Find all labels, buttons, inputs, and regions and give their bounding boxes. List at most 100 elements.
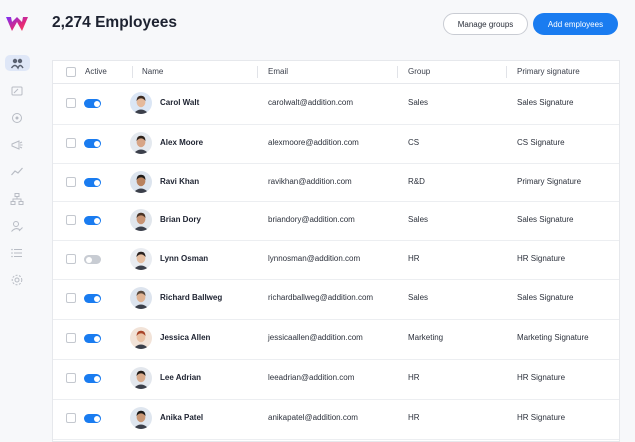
row-checkbox[interactable] <box>66 254 76 264</box>
active-toggle[interactable] <box>84 178 101 187</box>
toggle-knob <box>93 140 100 147</box>
employee-email: carolwalt@addition.com <box>268 98 354 107</box>
table-row[interactable]: Anika Patel anikapatel@addition.com HR HR S… <box>53 399 619 440</box>
table-header: Active Name Email Group Primary signatur… <box>53 61 619 84</box>
manage-groups-button[interactable]: Manage groups <box>443 13 528 35</box>
employee-name[interactable]: Lynn Osman <box>160 254 208 263</box>
app-logo <box>6 17 28 31</box>
toggle-knob <box>93 100 100 107</box>
table-row[interactable]: Richard Ballweg richardballweg@addition.c… <box>53 279 619 320</box>
row-checkbox[interactable] <box>66 413 76 423</box>
avatar <box>130 92 152 114</box>
employee-email: anikapatel@addition.com <box>268 413 358 422</box>
avatar <box>130 248 152 270</box>
employee-primary-signature: Sales Signature <box>517 293 574 302</box>
row-checkbox[interactable] <box>66 373 76 383</box>
active-toggle[interactable] <box>84 334 101 343</box>
column-header-name[interactable]: Name <box>142 67 163 76</box>
toggle-knob <box>93 415 100 422</box>
select-all-checkbox[interactable] <box>66 67 76 77</box>
settings-icon[interactable] <box>9 272 25 288</box>
table-row[interactable]: Jessica Allen jessicaallen@addition.com Ma… <box>53 319 619 360</box>
employee-name[interactable]: Brian Dory <box>160 215 201 224</box>
column-header-group[interactable]: Group <box>408 67 430 76</box>
row-checkbox[interactable] <box>66 177 76 187</box>
column-header-primary-signature[interactable]: Primary signature <box>517 67 580 76</box>
hierarchy-icon[interactable] <box>9 191 25 207</box>
employee-email: briandory@addition.com <box>268 215 355 224</box>
avatar <box>130 367 152 389</box>
employee-group: HR <box>408 373 420 382</box>
active-toggle[interactable] <box>84 414 101 423</box>
toggle-knob <box>93 375 100 382</box>
row-checkbox[interactable] <box>66 293 76 303</box>
avatar <box>130 171 152 193</box>
add-employees-button[interactable]: Add employees <box>533 13 618 35</box>
employee-group: CS <box>408 138 420 147</box>
avatar <box>130 209 152 231</box>
column-separator <box>506 66 507 78</box>
active-toggle[interactable] <box>84 294 101 303</box>
employee-group: R&D <box>408 177 425 186</box>
megaphone-icon[interactable] <box>9 137 25 153</box>
employee-primary-signature: Primary Signature <box>517 177 582 186</box>
table-row[interactable]: Brian Dory briandory@addition.com Sales Sal… <box>53 201 619 241</box>
employee-email: jessicaallen@addition.com <box>268 333 363 342</box>
analytics-icon[interactable] <box>9 164 25 180</box>
employee-name[interactable]: Lee Adrian <box>160 373 201 382</box>
employee-primary-signature: Marketing Signature <box>517 333 589 342</box>
team-icon[interactable] <box>9 55 25 71</box>
row-checkbox[interactable] <box>66 138 76 148</box>
badge-icon[interactable] <box>9 110 25 126</box>
employee-group: Sales <box>408 293 429 302</box>
employee-group: Sales <box>408 98 429 107</box>
column-header-active[interactable]: Active <box>85 67 107 76</box>
table-row[interactable]: Carol Walt carolwalt@addition.com Sales Sal… <box>53 84 619 125</box>
avatar <box>130 287 152 309</box>
toggle-knob <box>93 217 100 224</box>
table-row[interactable]: Lynn Osman lynnosman@addition.com HR HR Sig… <box>53 240 619 280</box>
employee-name[interactable]: Jessica Allen <box>160 333 210 342</box>
employee-name[interactable]: Anika Patel <box>160 413 203 422</box>
employee-group: Sales <box>408 215 429 224</box>
active-toggle[interactable] <box>84 255 101 264</box>
user-edit-icon[interactable] <box>9 218 25 234</box>
table-row[interactable]: Alex Moore alexmoore@addition.com CS CS Sig… <box>53 124 619 164</box>
employee-email: leeadrian@addition.com <box>268 373 355 382</box>
employee-primary-signature: Sales Signature <box>517 98 574 107</box>
employee-name[interactable]: Carol Walt <box>160 98 199 107</box>
table-row[interactable]: Lee Adrian leeadrian@addition.com HR HR Sig… <box>53 359 619 400</box>
column-separator <box>132 66 133 78</box>
column-separator <box>397 66 398 78</box>
toggle-knob <box>93 295 100 302</box>
employee-primary-signature: HR Signature <box>517 254 566 263</box>
employee-name[interactable]: Ravi Khan <box>160 177 199 186</box>
toggle-knob <box>85 256 92 263</box>
row-checkbox[interactable] <box>66 215 76 225</box>
avatar <box>130 327 152 349</box>
row-checkbox[interactable] <box>66 333 76 343</box>
row-checkbox[interactable] <box>66 98 76 108</box>
employee-email: ravikhan@addition.com <box>268 177 352 186</box>
table-row[interactable]: Ravi Khan ravikhan@addition.com R&D Primary… <box>53 163 619 202</box>
employee-primary-signature: CS Signature <box>517 138 565 147</box>
employee-name[interactable]: Richard Ballweg <box>160 293 222 302</box>
signature-icon[interactable] <box>9 83 25 99</box>
employee-name[interactable]: Alex Moore <box>160 138 203 147</box>
active-toggle[interactable] <box>84 374 101 383</box>
page-title: 2,274 Employees <box>52 14 177 31</box>
toggle-knob <box>93 179 100 186</box>
active-toggle[interactable] <box>84 216 101 225</box>
column-separator <box>257 66 258 78</box>
sidebar <box>0 0 35 430</box>
active-toggle[interactable] <box>84 139 101 148</box>
column-header-email[interactable]: Email <box>268 67 288 76</box>
list-icon[interactable] <box>9 245 25 261</box>
employee-email: lynnosman@addition.com <box>268 254 361 263</box>
employee-primary-signature: Sales Signature <box>517 215 574 224</box>
avatar <box>130 407 152 429</box>
toggle-knob <box>93 335 100 342</box>
employees-table: Active Name Email Group Primary signatur… <box>52 60 620 442</box>
employee-email: richardballweg@addition.com <box>268 293 374 302</box>
active-toggle[interactable] <box>84 99 101 108</box>
